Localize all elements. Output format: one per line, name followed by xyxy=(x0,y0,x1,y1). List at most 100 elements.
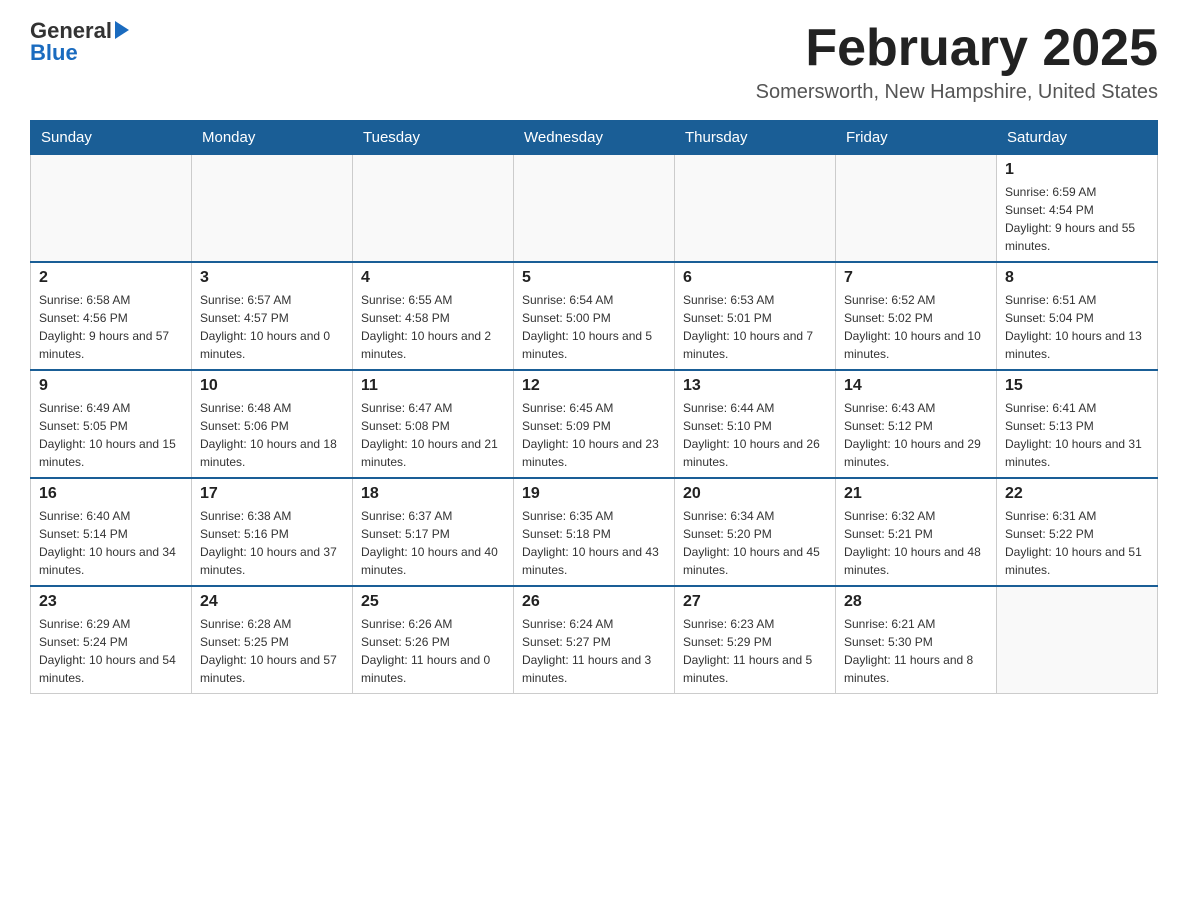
calendar-cell xyxy=(675,155,836,263)
header: General Blue February 2025 Somersworth, … xyxy=(30,20,1158,104)
calendar-week-1: 1 Sunrise: 6:59 AMSunset: 4:54 PMDaylight… xyxy=(31,155,1158,263)
calendar-cell: 23Sunrise: 6:29 AMSunset: 5:24 PMDayligh… xyxy=(31,586,192,694)
day-number: 4 xyxy=(361,269,505,287)
header-friday: Friday xyxy=(836,121,997,155)
header-monday: Monday xyxy=(192,121,353,155)
day-info: Sunrise: 6:29 AMSunset: 5:24 PMDaylight:… xyxy=(39,615,183,687)
day-number: 10 xyxy=(200,377,344,395)
day-number: 28 xyxy=(844,593,988,611)
day-number: 2 xyxy=(39,269,183,287)
day-number: 1 xyxy=(1005,161,1149,179)
logo-blue-text: Blue xyxy=(30,42,78,64)
day-info: Sunrise: 6:57 AMSunset: 4:57 PMDaylight:… xyxy=(200,291,344,363)
calendar-cell: 16 Sunrise: 6:40 AMSunset: 5:14 PMDayligh… xyxy=(31,478,192,586)
calendar-cell: 28 Sunrise: 6:21 AMSunset: 5:30 PMDayligh… xyxy=(836,586,997,694)
calendar-cell: 8 Sunrise: 6:51 AMSunset: 5:04 PMDaylight… xyxy=(997,262,1158,370)
day-number: 6 xyxy=(683,269,827,287)
calendar-cell: 20 Sunrise: 6:34 AMSunset: 5:20 PMDayligh… xyxy=(675,478,836,586)
day-number: 7 xyxy=(844,269,988,287)
day-info: Sunrise: 6:37 AMSunset: 5:17 PMDaylight:… xyxy=(361,507,505,579)
calendar-cell: 21Sunrise: 6:32 AMSunset: 5:21 PMDayligh… xyxy=(836,478,997,586)
calendar-cell: 25 Sunrise: 6:26 AMSunset: 5:26 PMDayligh… xyxy=(353,586,514,694)
day-info: Sunrise: 6:24 AMSunset: 5:27 PMDaylight:… xyxy=(522,615,666,687)
logo: General Blue xyxy=(30,20,129,64)
logo-general-text: General xyxy=(30,20,112,42)
calendar-cell: 17Sunrise: 6:38 AMSunset: 5:16 PMDayligh… xyxy=(192,478,353,586)
calendar-cell: 19 Sunrise: 6:35 AMSunset: 5:18 PMDayligh… xyxy=(514,478,675,586)
day-number: 3 xyxy=(200,269,344,287)
header-sunday: Sunday xyxy=(31,121,192,155)
calendar-cell xyxy=(192,155,353,263)
calendar-cell xyxy=(31,155,192,263)
header-saturday: Saturday xyxy=(997,121,1158,155)
day-number: 17 xyxy=(200,485,344,503)
calendar-cell: 10 Sunrise: 6:48 AMSunset: 5:06 PMDayligh… xyxy=(192,370,353,478)
header-tuesday: Tuesday xyxy=(353,121,514,155)
day-info: Sunrise: 6:59 AMSunset: 4:54 PMDaylight:… xyxy=(1005,183,1149,255)
calendar-cell: 5Sunrise: 6:54 AMSunset: 5:00 PMDaylight… xyxy=(514,262,675,370)
calendar-week-3: 9 Sunrise: 6:49 AMSunset: 5:05 PMDaylight… xyxy=(31,370,1158,478)
day-number: 9 xyxy=(39,377,183,395)
calendar-cell: 2 Sunrise: 6:58 AMSunset: 4:56 PMDaylight… xyxy=(31,262,192,370)
day-number: 24 xyxy=(200,593,344,611)
calendar-cell: 1 Sunrise: 6:59 AMSunset: 4:54 PMDaylight… xyxy=(997,155,1158,263)
day-number: 15 xyxy=(1005,377,1149,395)
calendar-week-4: 16 Sunrise: 6:40 AMSunset: 5:14 PMDayligh… xyxy=(31,478,1158,586)
day-info: Sunrise: 6:43 AMSunset: 5:12 PMDaylight:… xyxy=(844,399,988,471)
logo-triangle-icon xyxy=(115,21,129,39)
day-number: 11 xyxy=(361,377,505,395)
day-info: Sunrise: 6:44 AMSunset: 5:10 PMDaylight:… xyxy=(683,399,827,471)
day-number: 14 xyxy=(844,377,988,395)
day-number: 5 xyxy=(522,269,666,287)
header-thursday: Thursday xyxy=(675,121,836,155)
day-number: 8 xyxy=(1005,269,1149,287)
day-info: Sunrise: 6:32 AMSunset: 5:21 PMDaylight:… xyxy=(844,507,988,579)
day-number: 26 xyxy=(522,593,666,611)
calendar-cell: 13 Sunrise: 6:44 AMSunset: 5:10 PMDayligh… xyxy=(675,370,836,478)
calendar-cell: 3 Sunrise: 6:57 AMSunset: 4:57 PMDaylight… xyxy=(192,262,353,370)
day-number: 22 xyxy=(1005,485,1149,503)
day-number: 18 xyxy=(361,485,505,503)
day-info: Sunrise: 6:51 AMSunset: 5:04 PMDaylight:… xyxy=(1005,291,1149,363)
day-info: Sunrise: 6:49 AMSunset: 5:05 PMDaylight:… xyxy=(39,399,183,471)
day-info: Sunrise: 6:35 AMSunset: 5:18 PMDaylight:… xyxy=(522,507,666,579)
calendar-cell: 7Sunrise: 6:52 AMSunset: 5:02 PMDaylight… xyxy=(836,262,997,370)
day-info: Sunrise: 6:48 AMSunset: 5:06 PMDaylight:… xyxy=(200,399,344,471)
calendar-cell: 22 Sunrise: 6:31 AMSunset: 5:22 PMDayligh… xyxy=(997,478,1158,586)
calendar-week-2: 2 Sunrise: 6:58 AMSunset: 4:56 PMDaylight… xyxy=(31,262,1158,370)
calendar-cell: 18 Sunrise: 6:37 AMSunset: 5:17 PMDayligh… xyxy=(353,478,514,586)
day-info: Sunrise: 6:34 AMSunset: 5:20 PMDaylight:… xyxy=(683,507,827,579)
calendar-header-row: SundayMondayTuesdayWednesdayThursdayFrid… xyxy=(31,121,1158,155)
calendar-cell: 15 Sunrise: 6:41 AMSunset: 5:13 PMDayligh… xyxy=(997,370,1158,478)
calendar-cell: 4 Sunrise: 6:55 AMSunset: 4:58 PMDaylight… xyxy=(353,262,514,370)
calendar-cell: 14 Sunrise: 6:43 AMSunset: 5:12 PMDayligh… xyxy=(836,370,997,478)
day-number: 16 xyxy=(39,485,183,503)
day-info: Sunrise: 6:55 AMSunset: 4:58 PMDaylight:… xyxy=(361,291,505,363)
calendar-cell: 24Sunrise: 6:28 AMSunset: 5:25 PMDayligh… xyxy=(192,586,353,694)
day-number: 12 xyxy=(522,377,666,395)
calendar-cell: 12 Sunrise: 6:45 AMSunset: 5:09 PMDayligh… xyxy=(514,370,675,478)
day-info: Sunrise: 6:45 AMSunset: 5:09 PMDaylight:… xyxy=(522,399,666,471)
day-number: 19 xyxy=(522,485,666,503)
day-info: Sunrise: 6:58 AMSunset: 4:56 PMDaylight:… xyxy=(39,291,183,363)
page-title: February 2025 xyxy=(756,20,1158,77)
header-wednesday: Wednesday xyxy=(514,121,675,155)
day-info: Sunrise: 6:41 AMSunset: 5:13 PMDaylight:… xyxy=(1005,399,1149,471)
day-info: Sunrise: 6:26 AMSunset: 5:26 PMDaylight:… xyxy=(361,615,505,687)
calendar-cell xyxy=(997,586,1158,694)
calendar-cell: 9 Sunrise: 6:49 AMSunset: 5:05 PMDaylight… xyxy=(31,370,192,478)
day-info: Sunrise: 6:40 AMSunset: 5:14 PMDaylight:… xyxy=(39,507,183,579)
day-info: Sunrise: 6:31 AMSunset: 5:22 PMDaylight:… xyxy=(1005,507,1149,579)
calendar-cell xyxy=(836,155,997,263)
calendar-cell xyxy=(514,155,675,263)
day-number: 13 xyxy=(683,377,827,395)
day-number: 20 xyxy=(683,485,827,503)
calendar-cell: 26 Sunrise: 6:24 AMSunset: 5:27 PMDayligh… xyxy=(514,586,675,694)
calendar-week-5: 23Sunrise: 6:29 AMSunset: 5:24 PMDayligh… xyxy=(31,586,1158,694)
calendar-cell xyxy=(353,155,514,263)
day-info: Sunrise: 6:53 AMSunset: 5:01 PMDaylight:… xyxy=(683,291,827,363)
day-number: 27 xyxy=(683,593,827,611)
day-number: 25 xyxy=(361,593,505,611)
title-section: February 2025 Somersworth, New Hampshire… xyxy=(756,20,1158,104)
day-info: Sunrise: 6:21 AMSunset: 5:30 PMDaylight:… xyxy=(844,615,988,687)
